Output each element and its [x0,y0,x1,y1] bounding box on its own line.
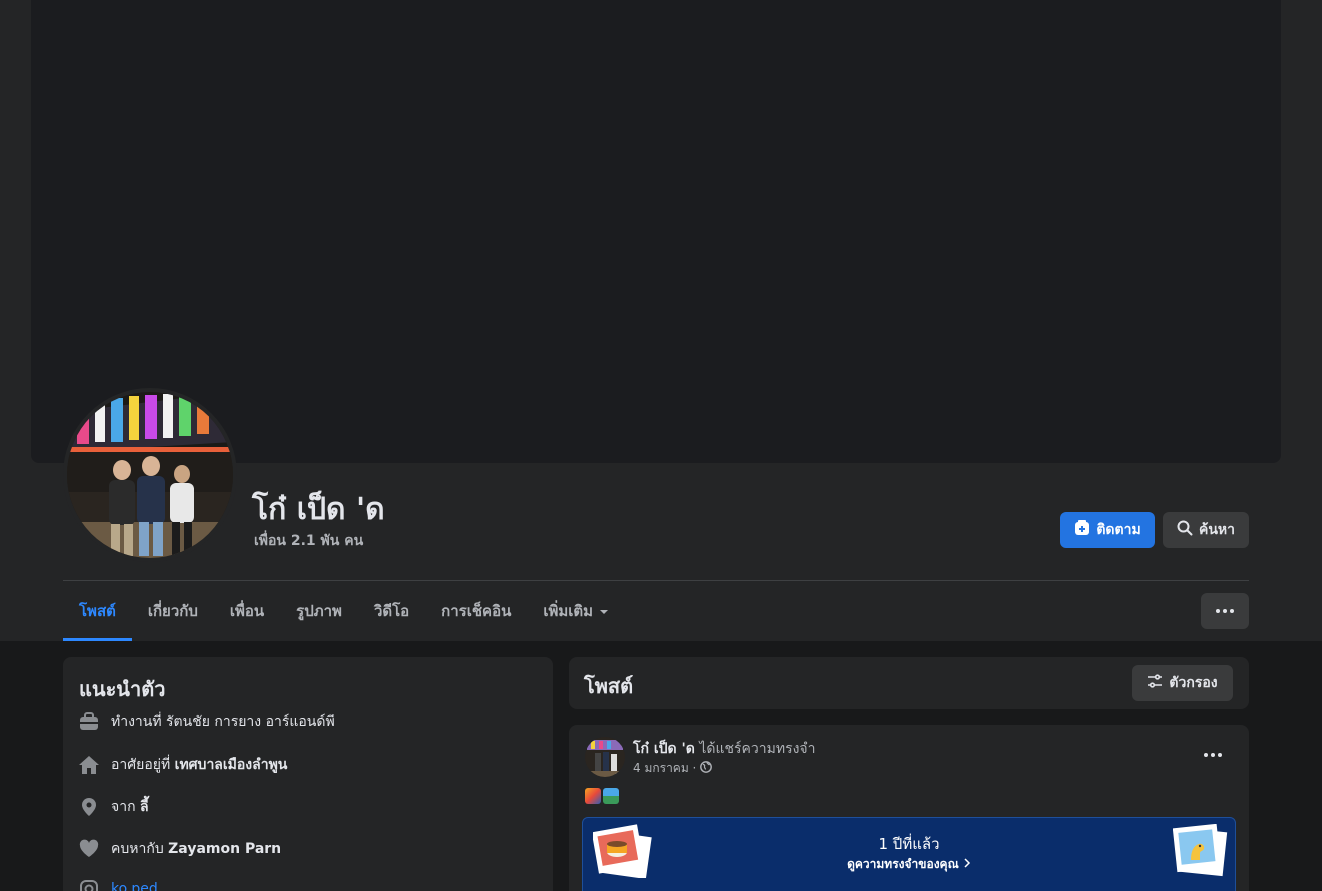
tab-label: วิดีโอ [373,602,410,620]
intro-title: แนะนำตัว [79,677,166,701]
search-button[interactable]: ค้นหา [1163,512,1249,548]
photo-emoji-icon [585,788,601,804]
caret-down-icon [599,602,609,620]
instagram-link[interactable]: ko.ped [111,881,158,891]
post-author-name[interactable]: โก๋ เป็ด 'ด [633,741,695,757]
profile-tabs: โพสต์ เกี่ยวกับ เพื่อน รูปภาพ วิดีโอ การ… [63,581,625,641]
more-options-button[interactable] [1201,593,1249,629]
location-pin-icon [79,797,99,817]
tab-videos[interactable]: วิดีโอ [358,581,425,641]
profile-name: โก๋ เป็ด 'ด [252,492,385,527]
tab-label: การเช็คอิน [441,602,512,620]
post-author-line: โก๋ เป็ด 'ด ได้แชร์ความทรงจำ [633,738,815,760]
filter-label: ตัวกรอง [1169,675,1218,691]
post-emojis [585,788,619,804]
globe-icon [700,761,713,776]
filter-icon [1147,673,1163,693]
profile-photo [67,392,233,558]
friends-count[interactable]: เพื่อน 2.1 พัน คน [254,530,363,552]
tab-friends[interactable]: เพื่อน [214,581,280,641]
tab-photos[interactable]: รูปภาพ [280,581,358,641]
instagram-icon [79,879,99,891]
search-icon [1177,520,1193,540]
search-label: ค้นหา [1198,522,1236,538]
follow-icon [1074,520,1090,540]
memory-banner[interactable]: 1 ปีที่แล้ว ดูความทรงจำของคุณ [582,817,1236,891]
tab-label: รูปภาพ [296,602,342,620]
intro-instagram: ko.ped [79,879,158,891]
more-icon [1204,753,1208,757]
relationship-name[interactable]: Zayamon Parn [168,841,281,857]
tab-more[interactable]: เพิ่มเติม [527,581,625,641]
relationship-prefix: คบหากับ [111,841,169,857]
post-card: โก๋ เป็ด 'ด ได้แชร์ความทรงจำ 4 มกราคม · … [569,725,1249,891]
tab-label: เกี่ยวกับ [147,602,198,620]
follow-button[interactable]: ติดตาม [1060,512,1155,548]
profile-avatar[interactable] [63,388,237,562]
tab-label: เพิ่มเติม [543,602,594,620]
dog-photo-icon [1172,823,1229,882]
tab-checkins[interactable]: การเช็คอิน [425,581,527,641]
memory-link-text: ดูความทรงจำของคุณ [847,857,959,871]
heart-icon [79,839,99,859]
post-meta: 4 มกราคม · [633,759,713,778]
lives-place[interactable]: เทศบาลเมืองลำพูน [175,757,288,773]
intro-lives: อาศัยอยู่ที่ เทศบาลเมืองลำพูน [79,754,287,776]
tab-posts[interactable]: โพสต์ [63,581,132,641]
briefcase-icon [79,712,99,732]
post-action: ได้แชร์ความทรงจำ [694,741,816,757]
post-more-button[interactable] [1195,745,1231,765]
memory-title: 1 ปีที่แล้ว [878,835,940,853]
from-place[interactable]: ลี้ [140,799,149,815]
post-author-avatar[interactable] [585,737,625,777]
from-prefix: จาก [111,799,140,815]
cover-photo[interactable] [31,0,1281,463]
post-date[interactable]: 4 มกราคม · [633,759,696,778]
intro-relationship: คบหากับ Zayamon Parn [79,838,281,860]
posts-title: โพสต์ [584,674,634,698]
follow-label: ติดตาม [1096,522,1141,538]
tab-about[interactable]: เกี่ยวกับ [132,581,214,641]
tab-label: เพื่อน [229,602,265,620]
lives-prefix: อาศัยอยู่ที่ [111,757,175,773]
intro-from: จาก ลี้ [79,796,149,818]
tab-label: โพสต์ [79,602,116,620]
work-text: ทำงานที่ รัตนชัย การยาง อาร์แอนด์พี [111,714,335,730]
more-icon [1216,609,1220,613]
chevron-right-icon [963,857,971,871]
filter-button[interactable]: ตัวกรอง [1132,665,1233,701]
home-icon [79,755,99,775]
intro-work: ทำงานที่ รัตนชัย การยาง อาร์แอนด์พี [79,711,335,733]
memory-link[interactable]: ดูความทรงจำของคุณ [583,855,1235,874]
posts-header: โพสต์ ตัวกรอง [569,657,1249,709]
intro-card: แนะนำตัว ทำงานที่ รัตนชัย การยาง อาร์แอน… [63,657,553,891]
mountain-emoji-icon [603,788,619,804]
